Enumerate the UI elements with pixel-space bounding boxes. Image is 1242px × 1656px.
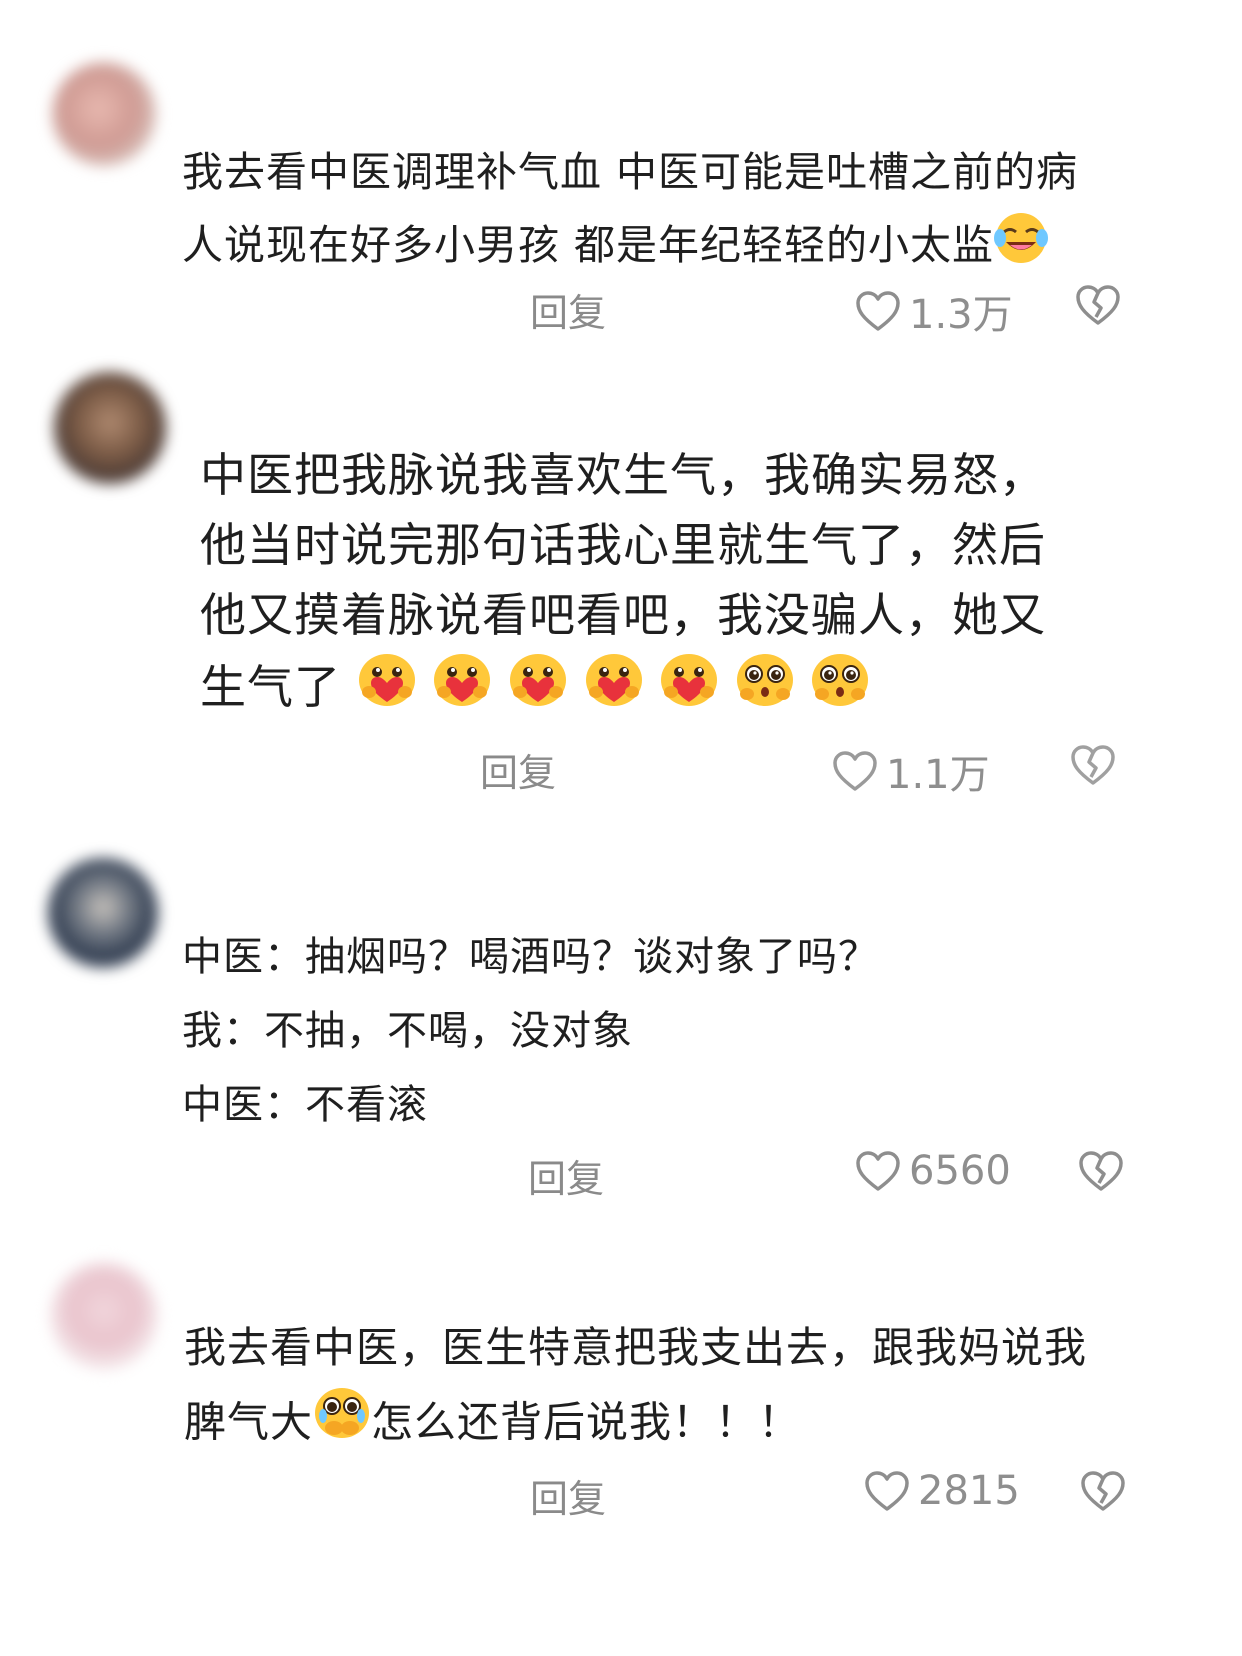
dislike-button[interactable]	[1075, 284, 1121, 330]
like-count: 1.1万	[886, 752, 990, 798]
heart-hug-emoji-icon	[506, 650, 570, 731]
like-button[interactable]: 6560	[855, 1148, 1011, 1194]
comment-line: 中医把我脉说我喜欢生气，我确实易怒，	[200, 448, 1046, 502]
avatar[interactable]	[54, 372, 166, 484]
dislike-button[interactable]	[1070, 744, 1116, 790]
comment-line-with-emoji: 人说现在好多小男孩 都是年纪轻轻的小太监	[182, 208, 1078, 288]
heart-hug-emoji-icon	[355, 650, 419, 731]
comment-text: 中医把我脉说我喜欢生气，我确实易怒， 他当时说完那句话我心里就生气了，然后 他又…	[200, 440, 1046, 731]
heart-hug-emoji-icon	[657, 650, 721, 731]
avatar[interactable]	[50, 1262, 158, 1370]
tearful-cover-emoji-icon	[311, 1384, 373, 1466]
comment-line: 生气了	[200, 660, 341, 714]
heart-outline-icon	[856, 291, 900, 331]
like-button[interactable]: 1.1万	[832, 742, 990, 800]
comment-line: 人说现在好多小男孩 都是年纪轻轻的小太监	[182, 221, 995, 269]
comment-actions: 回复 1.3万	[0, 282, 1242, 338]
reply-button[interactable]: 回复	[480, 742, 556, 797]
like-count: 1.3万	[909, 292, 1013, 338]
avatar[interactable]	[52, 62, 156, 166]
comment-line: 中医：不看滚	[182, 1082, 428, 1128]
broken-heart-icon	[1076, 285, 1120, 325]
comment-line-with-emoji: 生气了	[200, 650, 1046, 731]
comment-line: 中医：抽烟吗？喝酒吗？谈对象了吗？	[182, 934, 879, 980]
reply-button[interactable]: 回复	[530, 1468, 606, 1523]
comment-line: 我：不抽，不喝，没对象	[182, 1008, 633, 1054]
comment-line: 他又摸着脉说看吧看吧，我没骗人，她又	[200, 588, 1046, 642]
like-count: 2815	[918, 1468, 1020, 1514]
broken-heart-icon	[1081, 1471, 1125, 1511]
heart-outline-icon	[865, 1471, 909, 1511]
comment-line: 他当时说完那句话我心里就生气了，然后	[200, 518, 1046, 572]
broken-heart-icon	[1071, 745, 1115, 785]
avatar[interactable]	[48, 858, 158, 968]
comment-text: 我去看中医调理补气血 中医可能是吐槽之前的病 人说现在好多小男孩 都是年纪轻轻的…	[182, 136, 1078, 288]
comment-actions: 回复 2815	[0, 1468, 1242, 1521]
comment-line-with-emoji: 脾气大 怎么还背后说我！！！	[184, 1384, 1087, 1466]
crying-laughing-emoji-icon	[992, 208, 1050, 288]
comment-line: 怎么还背后说我！！！	[371, 1397, 802, 1447]
comment-line: 我去看中医调理补气血 中医可能是吐槽之前的病	[182, 148, 1079, 196]
comment-line: 脾气大	[184, 1397, 314, 1447]
comment-actions: 回复 6560	[0, 1148, 1242, 1201]
like-button[interactable]: 2815	[864, 1468, 1020, 1514]
comment-line: 我去看中医，医生特意把我支出去，跟我妈说我	[184, 1323, 1088, 1372]
heart-hug-emoji-icon	[582, 650, 646, 731]
heart-outline-icon	[833, 751, 877, 791]
emoji-row	[341, 654, 870, 714]
reply-button[interactable]: 回复	[530, 282, 606, 337]
comment-text: 我去看中医，医生特意把我支出去，跟我妈说我 脾气大 怎么还背后说我！！！	[184, 1312, 1087, 1466]
pleading-emoji-icon	[733, 650, 797, 731]
heart-hug-emoji-icon	[430, 650, 494, 731]
reply-button[interactable]: 回复	[528, 1148, 604, 1203]
like-button[interactable]: 1.3万	[855, 282, 1013, 340]
broken-heart-icon	[1079, 1151, 1123, 1191]
heart-outline-icon	[856, 1151, 900, 1191]
comment-text: 中医：抽烟吗？喝酒吗？谈对象了吗？ 我：不抽，不喝，没对象 中医：不看滚	[182, 920, 879, 1142]
dislike-button[interactable]	[1080, 1470, 1126, 1516]
pleading-emoji-icon	[808, 650, 872, 731]
dislike-button[interactable]	[1078, 1150, 1124, 1196]
like-count: 6560	[909, 1148, 1011, 1194]
comment-actions: 回复 1.1万	[0, 742, 1242, 798]
